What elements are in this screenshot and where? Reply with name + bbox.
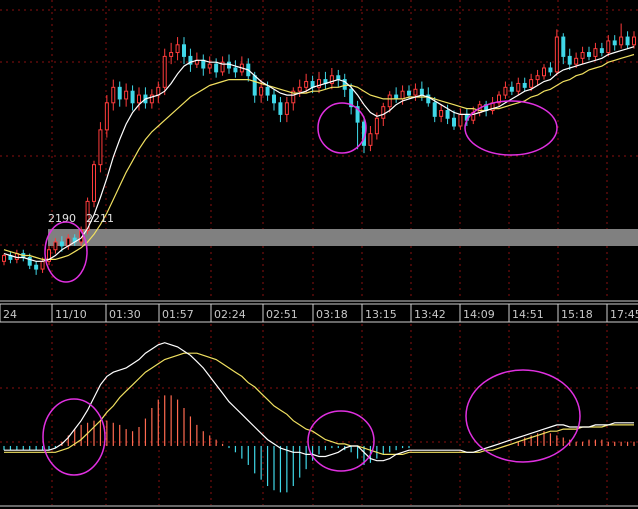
candle-up [175, 44, 180, 54]
time-axis-label: 13:42 [414, 308, 446, 321]
candle-down [522, 82, 527, 88]
time-axis-label: 01:57 [162, 308, 194, 321]
candle-up [606, 40, 611, 54]
candle-down [548, 67, 553, 73]
candle-down [567, 55, 572, 65]
candle-down [272, 94, 276, 104]
time-axis-label: 03:18 [316, 308, 348, 321]
candle-up [368, 133, 373, 146]
candle-down [561, 36, 566, 57]
candle-down [509, 86, 514, 92]
candle-up [2, 255, 6, 262]
candle-up [98, 129, 103, 166]
candle-down [233, 67, 238, 73]
candle-down [130, 90, 135, 104]
candle-down [452, 117, 456, 127]
candle-up [413, 88, 418, 96]
candle-up [387, 94, 392, 108]
candle-down [227, 61, 231, 69]
price-annotation: 2211 [86, 212, 114, 225]
time-axis-label: 14:51 [512, 308, 544, 321]
candle-down [419, 88, 424, 96]
candle-down [182, 44, 186, 57]
candle-up [92, 164, 96, 202]
candle-up [284, 102, 289, 115]
candle-down [625, 36, 630, 46]
candle-down [201, 59, 206, 69]
candle-down [432, 102, 437, 117]
candle-down [407, 90, 411, 96]
candle-down [612, 40, 617, 46]
candle-up [297, 86, 302, 92]
candle-up [111, 86, 116, 104]
candle-up [535, 75, 540, 81]
candle-down [59, 241, 64, 247]
candle-down [278, 102, 283, 115]
candle-up [632, 36, 636, 46]
candle-down [117, 86, 122, 100]
candle-down [214, 63, 219, 73]
candle-up [53, 241, 58, 251]
candle-down [252, 75, 257, 96]
candle-up [400, 90, 405, 100]
time-axis-label: 02:24 [214, 308, 246, 321]
candle-up [169, 52, 174, 57]
candle-down [587, 52, 591, 57]
candle-down [265, 86, 270, 96]
highlight-band [48, 229, 638, 246]
candle-up [124, 90, 129, 100]
candle-up [304, 81, 309, 88]
candle-up [542, 67, 546, 77]
candle-up [381, 106, 386, 119]
candle-up [162, 55, 167, 88]
candle-up [580, 52, 585, 59]
chart-canvas: 2190 2211 24 11/10 01:30 01:57 02:24 02:51 03:1… [0, 0, 638, 509]
candle-up [554, 36, 559, 73]
candle-up [104, 102, 109, 131]
time-axis-label: 15:18 [561, 308, 593, 321]
candle-up [259, 86, 264, 96]
candle-up [439, 110, 444, 117]
candle-up [207, 63, 212, 69]
candle-up [593, 48, 598, 57]
time-axis-label: 02:51 [266, 308, 298, 321]
candle-up [574, 57, 579, 65]
candle-down [445, 110, 450, 119]
candle-up [40, 260, 45, 270]
time-axis-label: 01:30 [109, 308, 141, 321]
candle-down [599, 48, 604, 54]
candle-down [34, 264, 39, 270]
candle-up [516, 82, 521, 92]
time-axis-label: 14:09 [463, 308, 495, 321]
time-axis-label: 17:45 [610, 308, 638, 321]
candle-up [137, 94, 141, 104]
candle-up [374, 117, 379, 135]
candle-up [503, 86, 508, 96]
candle-up [529, 79, 534, 88]
time-axis-label: 24 [3, 308, 17, 321]
time-axis-label: 11/10 [55, 308, 87, 321]
candle-up [619, 36, 624, 46]
candle-up [458, 113, 463, 127]
time-axis-label: 13:15 [365, 308, 397, 321]
